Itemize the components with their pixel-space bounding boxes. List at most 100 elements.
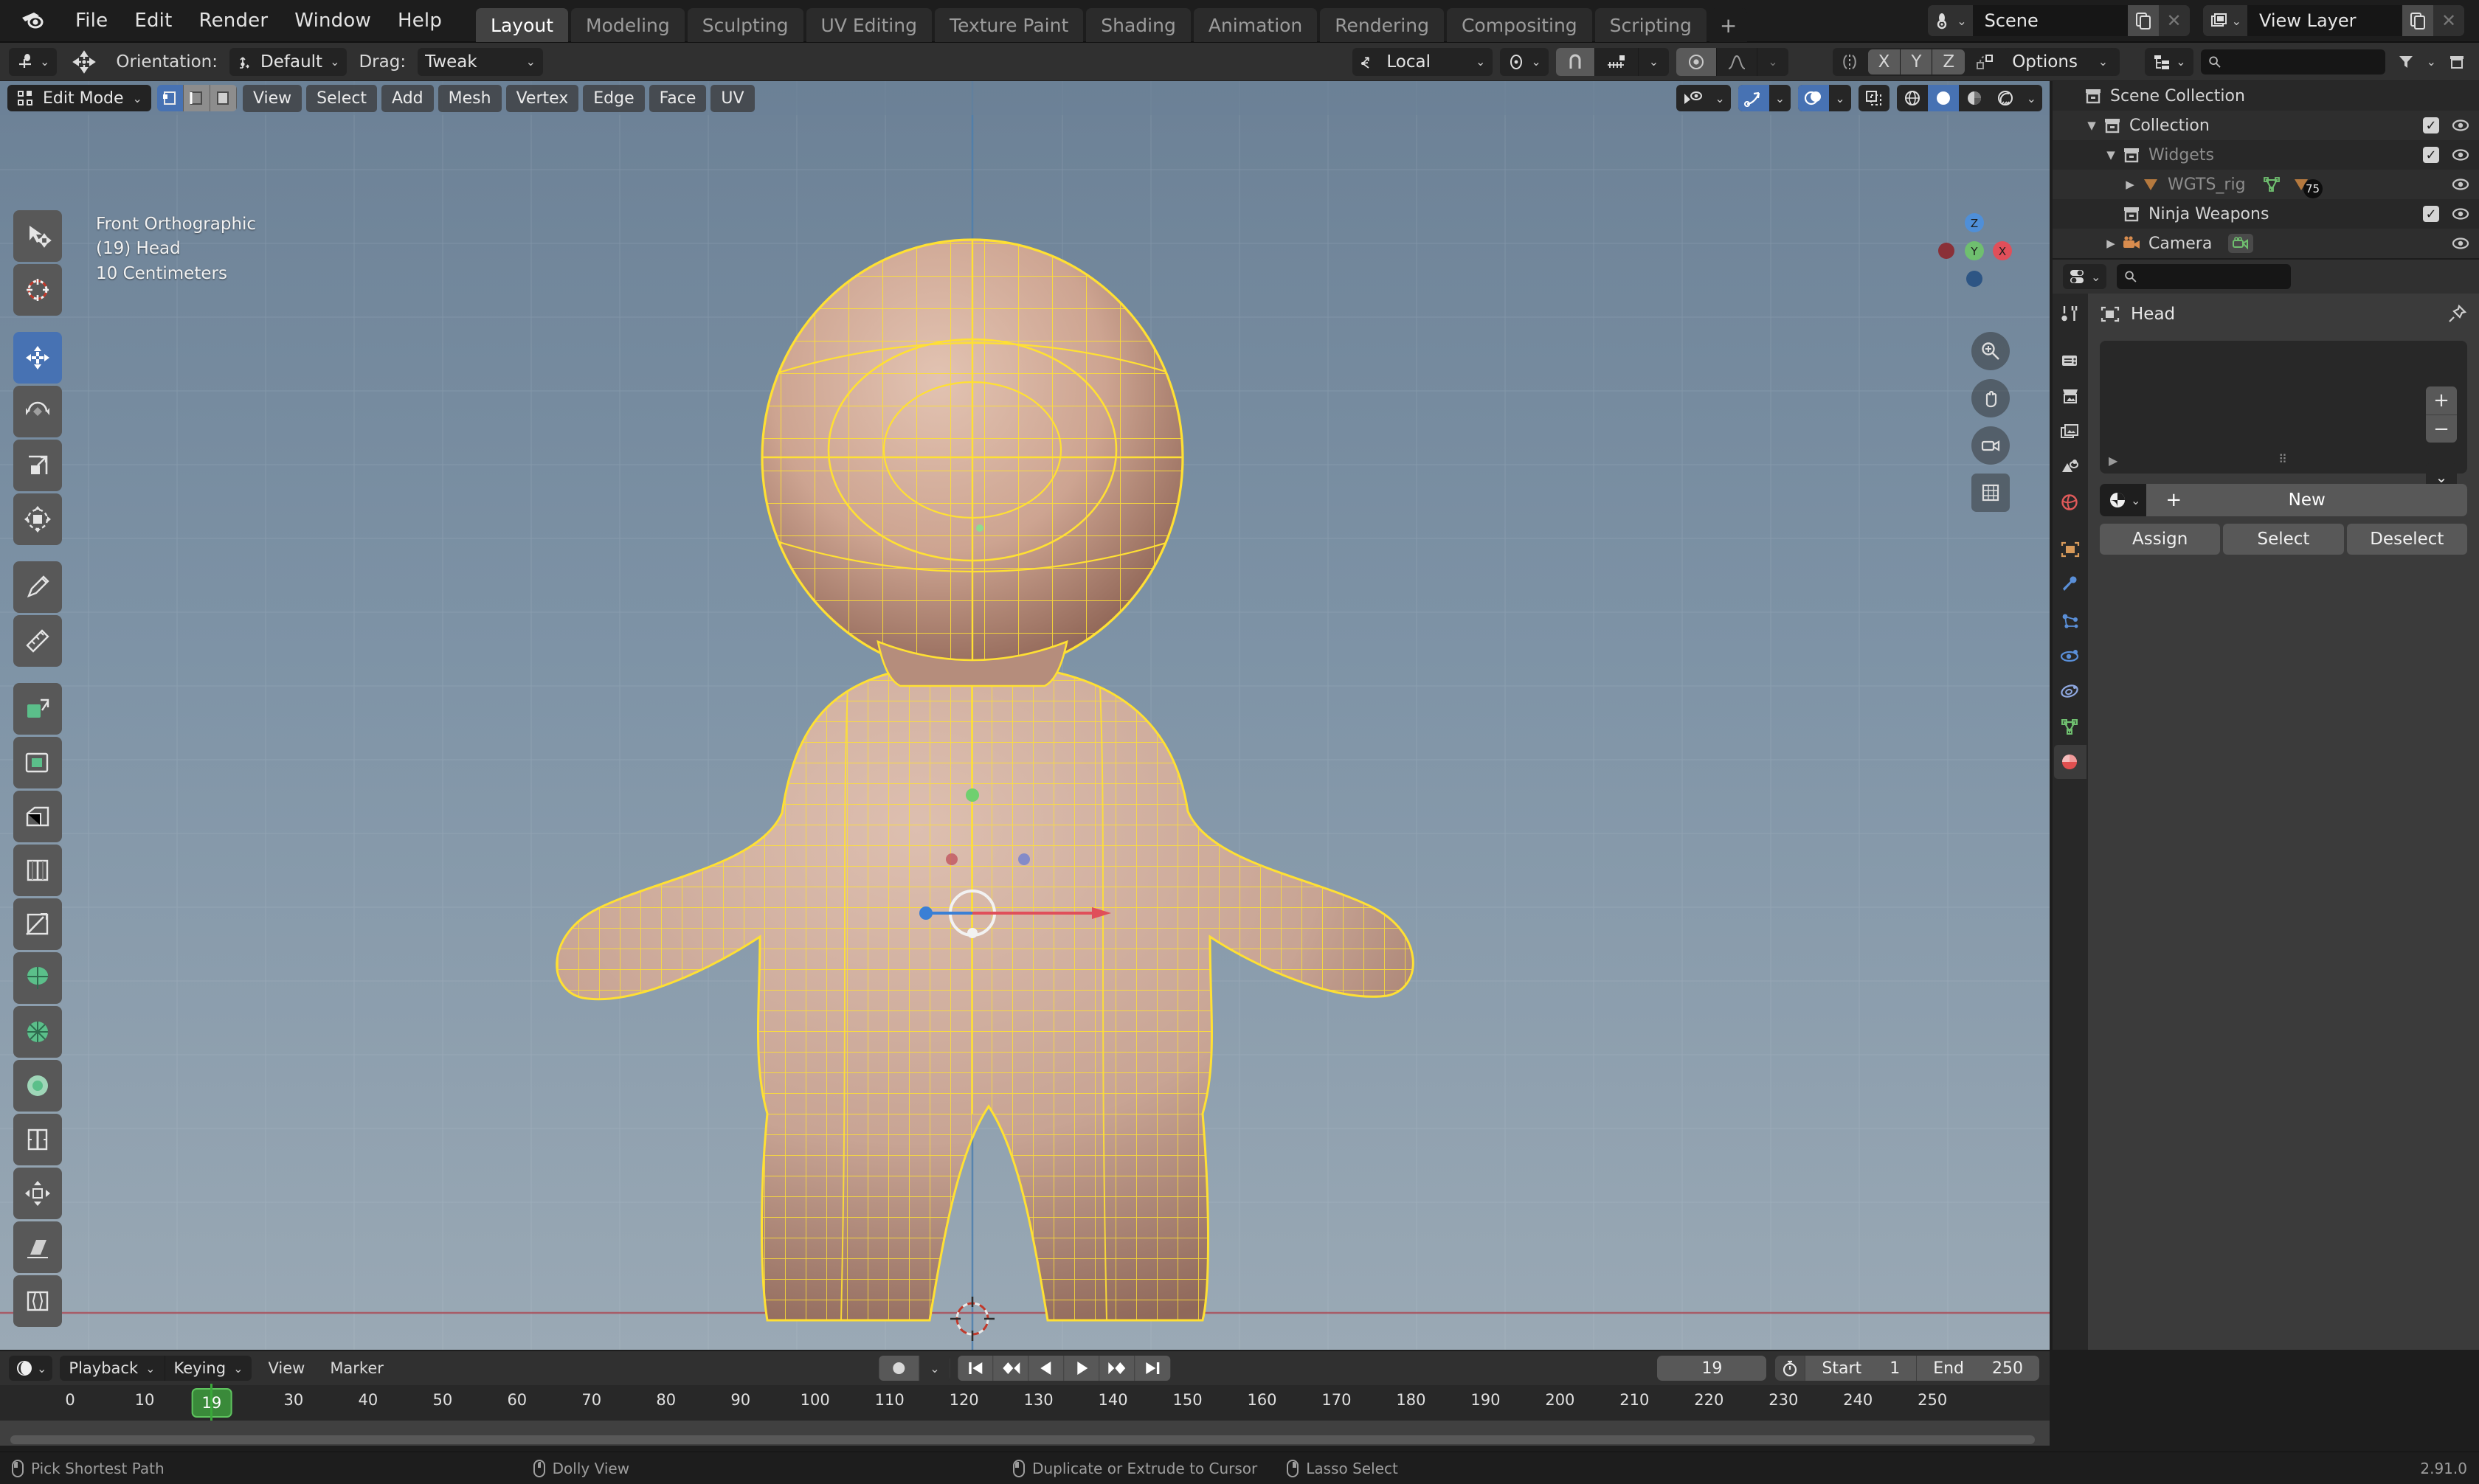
keying-menu[interactable]: Keying ⌄ [165, 1356, 252, 1381]
viewport-menu-vertex[interactable]: Vertex [505, 84, 579, 112]
hide-in-viewport-icon[interactable] [2449, 176, 2472, 193]
mirror-x-button[interactable]: X [1867, 49, 1901, 74]
snap-target-icon[interactable] [1595, 47, 1639, 76]
shading-chevron-icon[interactable]: ⌄ [2021, 85, 2042, 111]
hide-in-viewport-icon[interactable] [2449, 147, 2472, 163]
playback-menu[interactable]: Playback ⌄ [60, 1356, 165, 1381]
add-workspace-button[interactable]: + [1709, 8, 1748, 42]
options-dropdown[interactable]: Options ⌄ [2005, 47, 2116, 76]
menu-render[interactable]: Render [185, 5, 281, 36]
outliner-row[interactable]: ▶ WGTS_rig 75 [2053, 170, 2479, 199]
new-scene-button[interactable] [2127, 5, 2159, 36]
mesh-select-mode-group[interactable] [156, 85, 237, 111]
mirror-icon[interactable] [1837, 53, 1862, 71]
tool-bevel[interactable] [13, 791, 62, 842]
view-layer-selector[interactable]: ⌄ View Layer ✕ [2202, 5, 2464, 36]
properties-editor[interactable]: ⌄ Head ▶ ⠿ + − ⌄ ⌄ + New Assign Select D… [2053, 260, 2479, 1350]
tool-extrude-region[interactable] [13, 683, 62, 735]
filter-icon[interactable] [2393, 53, 2419, 71]
outliner-editor[interactable]: Scene Collection ▼ Collection ✓ ▼ Widgets ✓ ▶ WG… [2053, 81, 2479, 258]
viewport-menu-add[interactable]: Add [381, 84, 434, 112]
solid-shading-icon[interactable] [1927, 85, 1959, 111]
properties-tab-scene[interactable] [2054, 450, 2086, 484]
overlay-chevron-icon[interactable]: ⌄ [1829, 85, 1850, 111]
tool-rip-region[interactable] [13, 1275, 62, 1327]
jump-to-next-keyframe-button[interactable] [1099, 1356, 1135, 1381]
tool-measure[interactable] [13, 615, 62, 667]
tool-edge-slide[interactable] [13, 1114, 62, 1165]
menu-window[interactable]: Window [281, 5, 384, 36]
workspace-tab-layout[interactable]: Layout [476, 8, 569, 42]
auto-keying-toggle[interactable] [879, 1356, 920, 1381]
workspace-tab-uv-editing[interactable]: UV Editing [806, 8, 932, 42]
visibility-chevron-icon[interactable]: ⌄ [1709, 85, 1730, 111]
tool-move[interactable] [13, 332, 62, 384]
timeline-ruler[interactable]: 0 10 30 40 50 60 70 80 90 100 110 120 130 140 150 160 17… [0, 1385, 2050, 1421]
camera-view-icon[interactable] [1971, 426, 2010, 465]
pin-id-icon[interactable] [2447, 304, 2467, 325]
outliner-search-top[interactable] [2200, 49, 2385, 74]
jump-to-prev-keyframe-button[interactable] [993, 1356, 1029, 1381]
gizmo-toggle-group[interactable]: ⌄ [1738, 85, 1791, 111]
menu-help[interactable]: Help [384, 5, 455, 36]
hide-in-viewport-icon[interactable] [2449, 235, 2472, 252]
hide-in-viewport-icon[interactable] [2449, 206, 2472, 222]
expander-icon[interactable]: ▼ [2082, 119, 2101, 132]
zoom-icon[interactable] [1971, 332, 2010, 370]
jump-to-start-button[interactable] [958, 1356, 994, 1381]
falloff-chevron-icon[interactable]: ⌄ [1757, 48, 1788, 76]
scene-selector[interactable]: ⌄ Scene ✕ [1928, 5, 2190, 36]
workspace-tab-texture-paint[interactable]: Texture Paint [934, 8, 1084, 42]
proportional-edit-icon[interactable] [1676, 47, 1718, 76]
mirror-y-button[interactable]: Y [1901, 49, 1933, 74]
outliner-search-input-top[interactable] [2227, 52, 2378, 71]
workspace-tab-rendering[interactable]: Rendering [1320, 8, 1444, 42]
properties-tab-physics[interactable] [2054, 639, 2086, 673]
tool-spin[interactable] [13, 1006, 62, 1058]
tool-cursor[interactable] [13, 264, 62, 316]
face-select-button[interactable] [210, 85, 237, 111]
workspace-tab-sculpting[interactable]: Sculpting [687, 8, 803, 42]
timeline-horizontal-scrollbar[interactable] [10, 1435, 2035, 1444]
view-layer-name[interactable]: View Layer [2247, 5, 2402, 36]
edge-select-button[interactable] [183, 85, 210, 111]
properties-tab-tool[interactable] [2054, 297, 2086, 330]
play-reverse-button[interactable] [1028, 1356, 1065, 1381]
material-preview-shading-icon[interactable] [1959, 85, 1990, 111]
properties-tab-particles[interactable] [2054, 603, 2086, 637]
material-slot-list[interactable]: ▶ ⠿ [2100, 341, 2467, 474]
orientation-dropdown[interactable]: Default ⌄ [229, 47, 348, 76]
tool-annotate[interactable] [13, 561, 62, 613]
properties-tab-render[interactable] [2054, 344, 2086, 378]
viewport-menu-select[interactable]: Select [306, 84, 378, 112]
show-overlays-icon[interactable] [1798, 85, 1830, 111]
outliner-row[interactable]: Ninja Weapons ✓ [2053, 199, 2479, 229]
move-gizmo-icon[interactable] [64, 49, 104, 74]
view-layer-browse-icon[interactable]: ⌄ [2202, 5, 2247, 36]
properties-tab-world[interactable] [2054, 485, 2086, 519]
tool-transform[interactable] [13, 493, 62, 545]
timeline-view-menu[interactable]: View [259, 1359, 314, 1377]
exclude-checkbox[interactable]: ✓ [2423, 117, 2439, 134]
tool-shear[interactable] [13, 1221, 62, 1273]
remove-view-layer-button[interactable]: ✕ [2433, 5, 2464, 36]
workspace-tab-animation[interactable]: Animation [1193, 8, 1318, 42]
properties-search[interactable] [2117, 264, 2292, 289]
current-frame-field[interactable]: 19 [1657, 1356, 1767, 1381]
properties-tab-view-layer[interactable] [2054, 415, 2086, 448]
outliner-display-mode[interactable]: ⌄ [2145, 47, 2193, 76]
falloff-curve-icon[interactable] [1717, 47, 1758, 76]
pivot-point-dropdown[interactable]: ⌄ [1500, 47, 1549, 76]
auto-merge-icon[interactable] [1971, 53, 1999, 71]
exclude-checkbox[interactable]: ✓ [2423, 206, 2439, 222]
timeline-editor[interactable]: ⌄ Playback ⌄ Keying ⌄ View Marker ⌄ 19 S… [0, 1351, 2050, 1446]
workspace-tab-compositing[interactable]: Compositing [1446, 8, 1592, 42]
expander-icon[interactable]: ▼ [2101, 148, 2120, 162]
properties-tab-output[interactable] [2054, 379, 2086, 413]
rendered-shading-icon[interactable] [1990, 85, 2021, 111]
interaction-mode-dropdown[interactable]: Edit Mode ⌄ [7, 85, 151, 111]
assign-material-button[interactable]: Assign [2100, 524, 2221, 555]
slot-expand-icon[interactable]: ▶ [2109, 454, 2117, 468]
scene-name[interactable]: Scene [1972, 5, 2128, 36]
remove-material-slot-button[interactable]: − [2426, 415, 2457, 443]
